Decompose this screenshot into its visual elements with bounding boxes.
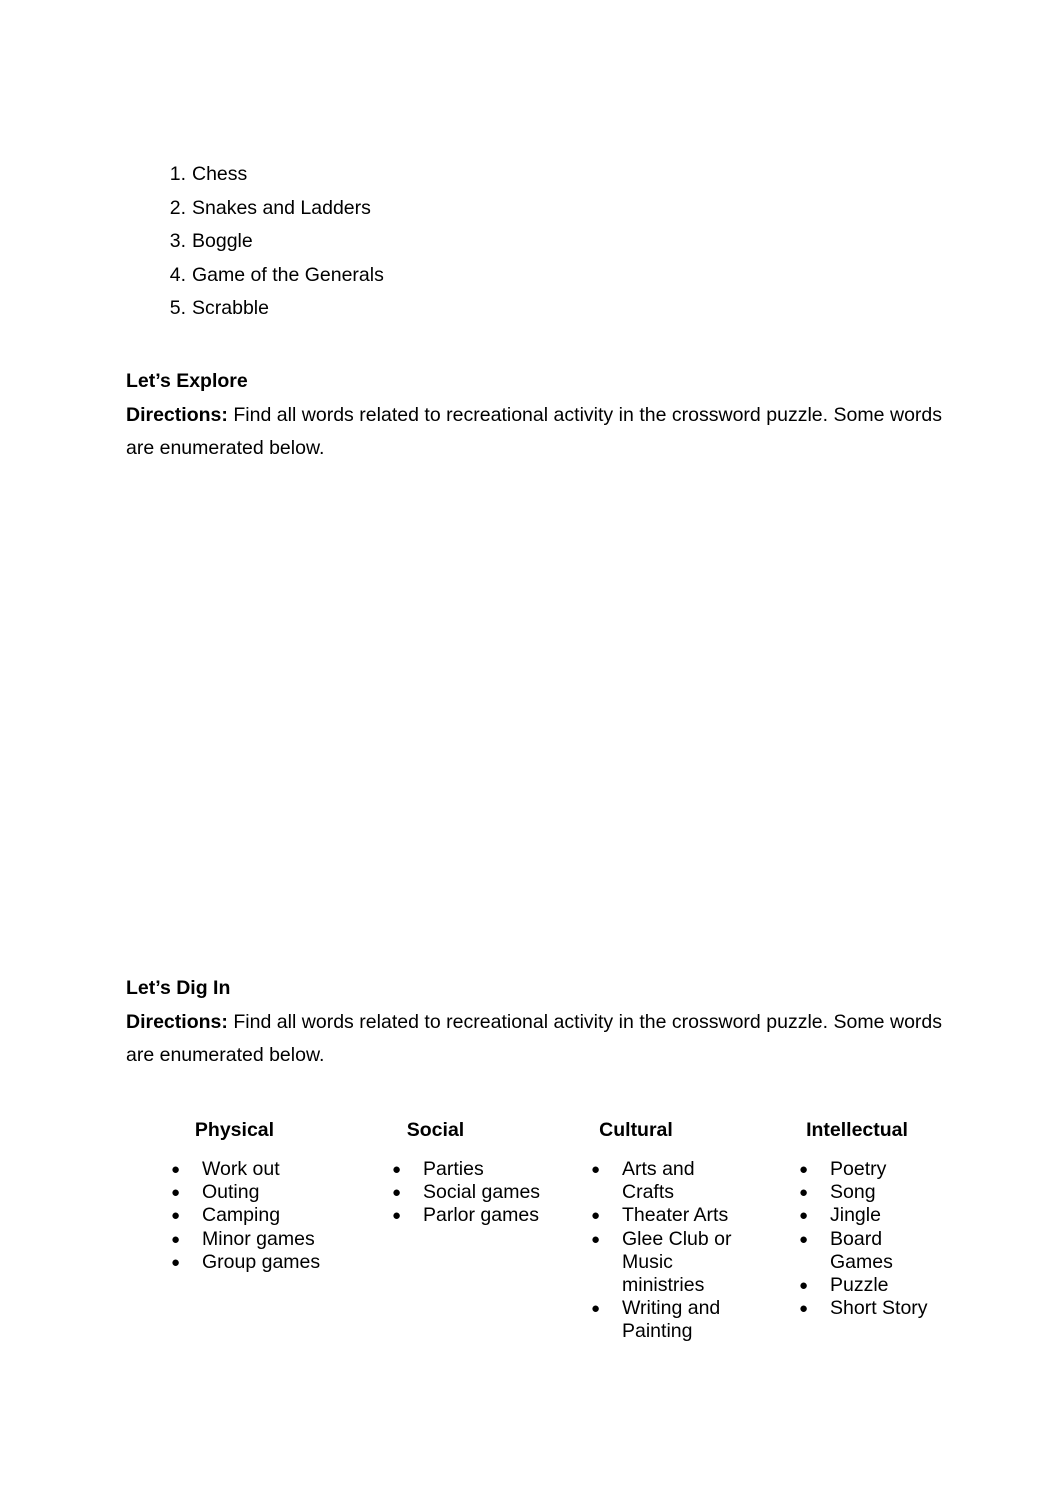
list-item-label: Glee Club or Music ministries	[622, 1227, 732, 1297]
category-column-intellectual: Intellectual ● Poetry ● Song ● Jingle ● Boar…	[746, 1116, 950, 1320]
section-heading: Let’s Dig In	[126, 977, 231, 999]
directions-label: Directions:	[126, 1010, 228, 1033]
list-item: ● Short Story	[778, 1297, 950, 1320]
list-item: ● Puzzle	[778, 1274, 950, 1297]
category-heading: Cultural	[599, 1119, 673, 1141]
section-lets-dig-in: Let’s Dig In Directions: Find all words …	[126, 972, 942, 1073]
list-item-label: Parlor games	[423, 1204, 539, 1227]
list-item-label: Snakes and Ladders	[192, 196, 371, 219]
list-item-label: Camping	[202, 1204, 281, 1227]
list-item-label: Parties	[423, 1158, 484, 1180]
section-heading: Let’s Explore	[126, 370, 248, 392]
list-item-label: Group games	[202, 1250, 321, 1273]
directions-paragraph: Directions: Find all words related to re…	[126, 1006, 942, 1073]
category-item-list: ● Poetry ● Song ● Jingle ● Board Games ● Puzz…	[778, 1158, 950, 1320]
bullet-icon: ●	[799, 1277, 809, 1295]
list-item: 1. Chess	[126, 158, 942, 192]
category-heading: Intellectual	[806, 1119, 908, 1141]
section-lets-explore: Let’s Explore Directions: Find all words…	[126, 365, 942, 466]
list-item-label: Poetry	[830, 1158, 887, 1180]
bullet-icon: ●	[171, 1207, 181, 1225]
bullet-icon: ●	[171, 1161, 181, 1178]
category-heading: Social	[406, 1119, 465, 1141]
list-item-label: Outing	[202, 1181, 260, 1204]
list-item-label: Minor games	[202, 1227, 315, 1250]
bullet-icon: ●	[171, 1184, 181, 1202]
list-item: ● Parlor games	[371, 1204, 548, 1227]
list-item-label: Work out	[202, 1158, 280, 1180]
list-item: ● Outing	[150, 1181, 353, 1204]
bullet-icon: ●	[799, 1230, 809, 1248]
list-item: ● Board Games	[778, 1228, 950, 1274]
bullet-icon: ●	[591, 1300, 601, 1318]
list-item-label: Boggle	[192, 230, 253, 253]
bullet-icon: ●	[392, 1184, 402, 1202]
bullet-icon: ●	[799, 1161, 809, 1178]
bullet-icon: ●	[392, 1161, 402, 1178]
bullet-icon: ●	[591, 1230, 601, 1248]
list-item-number: 4.	[169, 263, 186, 286]
list-item-label: Short Story	[830, 1297, 928, 1320]
list-item-label: Scrabble	[192, 297, 269, 320]
list-item: ● Writing and Painting	[570, 1297, 746, 1343]
list-item: ● Group games	[150, 1251, 353, 1274]
list-item: ● Poetry	[778, 1158, 950, 1181]
category-item-list: ● Work out ● Outing ● Camping ● Minor games …	[150, 1158, 353, 1274]
document-page: 1. Chess 2. Snakes and Ladders 3. Boggle…	[0, 0, 1062, 1502]
list-item: 4. Game of the Generals	[126, 259, 942, 293]
list-item: ● Camping	[150, 1204, 353, 1227]
list-item-label: Jingle	[830, 1204, 881, 1227]
list-item: ● Minor games	[150, 1228, 353, 1251]
list-item-number: 1.	[169, 163, 186, 185]
bullet-icon: ●	[171, 1230, 181, 1248]
bullet-icon: ●	[591, 1161, 601, 1178]
list-item-label: Board Games	[830, 1227, 893, 1273]
list-item-label: Game of the Generals	[192, 263, 384, 286]
list-item: 5. Scrabble	[126, 292, 942, 326]
list-item: 3. Boggle	[126, 225, 942, 259]
category-item-list: ● Arts and Crafts ● Theater Arts ● Glee Clu…	[570, 1158, 746, 1344]
category-heading: Physical	[194, 1119, 275, 1141]
list-item: ● Jingle	[778, 1204, 950, 1227]
list-item-label: Writing and Painting	[622, 1297, 721, 1343]
directions-paragraph: Directions: Find all words related to re…	[126, 399, 942, 466]
category-column-physical: Physical ● Work out ● Outing ● Camping ● Min…	[150, 1116, 353, 1274]
bullet-icon: ●	[591, 1207, 601, 1225]
list-item: ● Parties	[371, 1158, 548, 1181]
bullet-icon: ●	[171, 1253, 181, 1271]
directions-text: Find all words related to recreational a…	[126, 403, 942, 460]
bullet-icon: ●	[392, 1207, 402, 1225]
list-item: ● Glee Club or Music ministries	[570, 1228, 746, 1298]
list-item-label: Song	[830, 1181, 876, 1204]
list-item-label: Arts and Crafts	[622, 1158, 695, 1204]
list-item: ● Arts and Crafts	[570, 1158, 746, 1204]
bullet-icon: ●	[799, 1207, 809, 1225]
list-item: ● Work out	[150, 1158, 353, 1181]
list-item: ● Theater Arts	[570, 1204, 746, 1227]
list-item-number: 2.	[169, 196, 186, 219]
category-column-social: Social ● Parties ● Social games ● Parlor ga…	[353, 1116, 548, 1228]
directions-text: Find all words related to recreational a…	[126, 1010, 942, 1067]
list-item-label: Theater Arts	[622, 1204, 729, 1227]
category-item-list: ● Parties ● Social games ● Parlor games	[371, 1158, 548, 1228]
bullet-icon: ●	[799, 1184, 809, 1202]
list-item-label: Chess	[192, 163, 248, 185]
list-item-number: 5.	[169, 297, 186, 320]
list-item-label: Social games	[423, 1181, 541, 1204]
list-item-label: Puzzle	[830, 1274, 889, 1297]
list-item: ● Song	[778, 1181, 950, 1204]
directions-label: Directions:	[126, 403, 228, 426]
list-item: ● Social games	[371, 1181, 548, 1204]
list-item-number: 3.	[169, 230, 186, 253]
category-column-cultural: Cultural ● Arts and Crafts ● Theater Arts …	[548, 1116, 746, 1344]
bullet-icon: ●	[799, 1300, 809, 1318]
recreation-categories: Physical ● Work out ● Outing ● Camping ● Min…	[150, 1116, 950, 1344]
list-item: 2. Snakes and Ladders	[126, 192, 942, 226]
board-games-numbered-list: 1. Chess 2. Snakes and Ladders 3. Boggle…	[126, 158, 942, 326]
